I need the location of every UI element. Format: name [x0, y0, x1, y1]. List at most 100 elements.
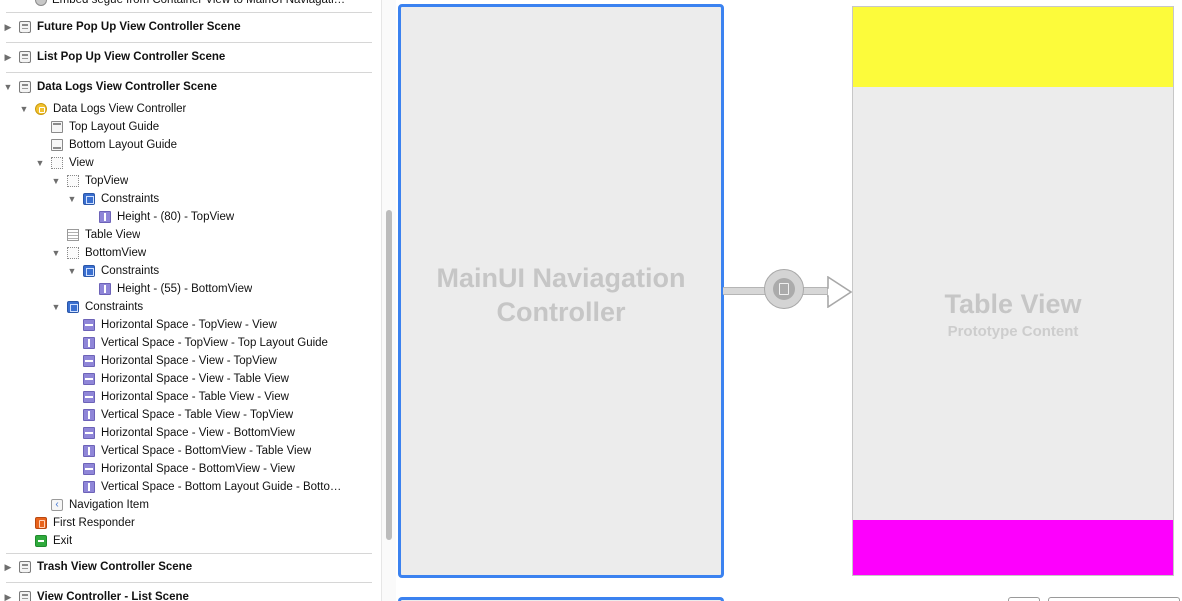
- outline-item-label: Constraints: [101, 265, 160, 277]
- outline-item-label: Horizontal Space - View - TopView: [101, 355, 277, 367]
- table-view-subtitle: Prototype Content: [947, 323, 1079, 340]
- scene-below-navigation-controller[interactable]: [398, 597, 724, 601]
- exit-icon: [35, 535, 47, 547]
- scene-icon: [19, 51, 31, 63]
- outline-item-constraint[interactable]: Horizontal Space - View - BottomView: [0, 424, 375, 442]
- outline-item-label: Table View: [85, 229, 141, 241]
- outline-item-label: Embed segue from Container View to MainU…: [52, 0, 346, 6]
- outline-item-constraint[interactable]: Vertical Space - Bottom Layout Guide - B…: [0, 478, 375, 496]
- segue-arrow-icon: [827, 276, 853, 308]
- outline-item-label: First Responder: [53, 517, 135, 529]
- outline-item-table-view[interactable]: Table View: [0, 226, 375, 244]
- outline-scene-data-logs[interactable]: ▼ Data Logs View Controller Scene: [0, 78, 375, 96]
- navigation-controller-title: MainUI Naviagation Controller: [436, 263, 686, 327]
- table-view-icon: [67, 229, 79, 241]
- outline-item-label: List Pop Up View Controller Scene: [37, 51, 226, 63]
- divider: [6, 553, 372, 554]
- outline-item-first-responder[interactable]: First Responder: [0, 514, 375, 532]
- outline-item-label: Constraints: [101, 193, 160, 205]
- segue-icon: [35, 0, 47, 6]
- horizontal-constraint-icon: [83, 427, 95, 439]
- horizontal-constraint-icon: [83, 373, 95, 385]
- disclosure-expanded-icon[interactable]: ▼: [51, 298, 61, 316]
- scroll-thumb[interactable]: [386, 210, 392, 540]
- outline-item-bottomview[interactable]: ▼ BottomView: [0, 244, 375, 262]
- outline-item-label: Horizontal Space - BottomView - View: [101, 463, 295, 475]
- outline-item-label: Height - (80) - TopView: [117, 211, 235, 223]
- outline-scrollbar[interactable]: [381, 0, 396, 601]
- scene-stub[interactable]: [1048, 597, 1180, 601]
- outline-item-constraint[interactable]: Vertical Space - BottomView - Table View: [0, 442, 375, 460]
- outline-scene-trash[interactable]: ▶ Trash View Controller Scene: [0, 558, 375, 576]
- outline-item-constraint[interactable]: Horizontal Space - View - TopView: [0, 352, 375, 370]
- outline-item-constraint[interactable]: Vertical Space - Table View - TopView: [0, 406, 375, 424]
- segue-node-inner: [773, 278, 795, 300]
- outline-item-view[interactable]: ▼ View: [0, 154, 375, 172]
- disclosure-collapsed-icon[interactable]: ▶: [3, 18, 13, 36]
- disclosure-expanded-icon[interactable]: ▼: [67, 190, 77, 208]
- outline-item-top-layout-guide[interactable]: Top Layout Guide: [0, 118, 375, 136]
- outline-item-topview[interactable]: ▼ TopView: [0, 172, 375, 190]
- outline-item-label: Exit: [53, 535, 73, 547]
- outline-item-view-constraints[interactable]: ▼ Constraints: [0, 298, 375, 316]
- outline-item-constraint[interactable]: Horizontal Space - TopView - View: [0, 316, 375, 334]
- outline-item-label: BottomView: [85, 247, 147, 259]
- outline-item-height-80[interactable]: Height - (80) - TopView: [0, 208, 375, 226]
- outline-item-constraint[interactable]: Vertical Space - TopView - Top Layout Gu…: [0, 334, 375, 352]
- segue-node[interactable]: [764, 269, 804, 309]
- storyboard-canvas[interactable]: MainUI Naviagation Controller Table View…: [396, 0, 1182, 601]
- disclosure-collapsed-icon[interactable]: ▶: [3, 558, 13, 576]
- disclosure-expanded-icon[interactable]: ▼: [67, 262, 77, 280]
- constraints-icon: [83, 193, 95, 205]
- outline-item-label: Future Pop Up View Controller Scene: [37, 21, 241, 33]
- outline-item-bottomview-constraints[interactable]: ▼ Constraints: [0, 262, 375, 280]
- layout-guide-icon: [51, 139, 63, 151]
- outline-item-label: Height - (55) - BottomView: [117, 283, 253, 295]
- scene-stub[interactable]: [1008, 597, 1040, 601]
- vertical-constraint-icon: [83, 481, 95, 493]
- disclosure-expanded-icon[interactable]: ▼: [3, 78, 13, 96]
- outline-item-height-55[interactable]: Height - (55) - BottomView: [0, 280, 375, 298]
- outline-item-label: Horizontal Space - View - BottomView: [101, 427, 295, 439]
- outline-item-label: Horizontal Space - Table View - View: [101, 391, 289, 403]
- divider: [6, 12, 372, 13]
- view-icon: [67, 247, 79, 259]
- navigation-controller-scene[interactable]: MainUI Naviagation Controller: [398, 4, 724, 578]
- outline-item-navigation-item[interactable]: ‹ Navigation Item: [0, 496, 375, 514]
- outline-scene-future-pop-up[interactable]: ▶ Future Pop Up View Controller Scene: [0, 18, 375, 36]
- top-view[interactable]: [853, 7, 1173, 87]
- outline-item-embed-segue[interactable]: Embed segue from Container View to MainU…: [0, 0, 375, 9]
- outline-item-constraint[interactable]: Horizontal Space - Table View - View: [0, 388, 375, 406]
- outline-scene-list[interactable]: ▶ View Controller - List Scene: [0, 588, 375, 601]
- disclosure-collapsed-icon[interactable]: ▶: [3, 48, 13, 66]
- constraints-icon: [83, 265, 95, 277]
- outline-item-data-logs-view-controller[interactable]: ▼ Data Logs View Controller: [0, 100, 375, 118]
- bottom-view[interactable]: [853, 520, 1173, 575]
- horizontal-constraint-icon: [83, 319, 95, 331]
- view-icon: [67, 175, 79, 187]
- constraint-icon: [99, 211, 111, 223]
- disclosure-expanded-icon[interactable]: ▼: [51, 244, 61, 262]
- scene-icon: [19, 591, 31, 601]
- data-logs-view-controller-scene[interactable]: Table View Prototype Content: [852, 6, 1174, 576]
- outline-item-label: Constraints: [85, 301, 144, 313]
- outline-item-label: Data Logs View Controller: [53, 103, 187, 115]
- outline-item-constraint[interactable]: Horizontal Space - BottomView - View: [0, 460, 375, 478]
- outline-item-bottom-layout-guide[interactable]: Bottom Layout Guide: [0, 136, 375, 154]
- disclosure-expanded-icon[interactable]: ▼: [51, 172, 61, 190]
- outline-scene-list-pop-up[interactable]: ▶ List Pop Up View Controller Scene: [0, 48, 375, 66]
- disclosure-collapsed-icon[interactable]: ▶: [3, 588, 13, 601]
- outline-item-label: Vertical Space - Table View - TopView: [101, 409, 294, 421]
- outline-item-label: View Controller - List Scene: [37, 591, 189, 601]
- divider: [6, 582, 372, 583]
- first-responder-icon: [35, 517, 47, 529]
- outline-item-constraint[interactable]: Horizontal Space - View - Table View: [0, 370, 375, 388]
- navigation-item-icon: ‹: [51, 499, 63, 511]
- disclosure-expanded-icon[interactable]: ▼: [19, 100, 29, 118]
- disclosure-expanded-icon[interactable]: ▼: [35, 154, 45, 172]
- outline-item-topview-constraints[interactable]: ▼ Constraints: [0, 190, 375, 208]
- outline-item-label: Top Layout Guide: [69, 121, 160, 133]
- outline-item-label: View: [69, 157, 94, 169]
- outline-item-exit[interactable]: Exit: [0, 532, 375, 550]
- outline-item-label: Bottom Layout Guide: [69, 139, 178, 151]
